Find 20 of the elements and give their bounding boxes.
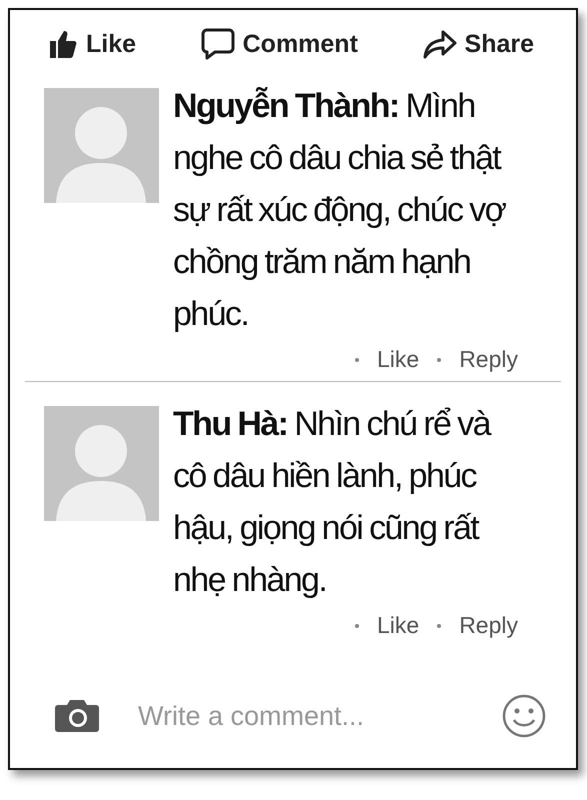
share-button[interactable]: Share [418, 24, 538, 64]
thumbs-up-icon [48, 29, 78, 59]
camera-icon[interactable] [54, 699, 100, 733]
like-button[interactable]: Like [44, 24, 140, 64]
avatar-icon [44, 406, 159, 521]
comment-action-link[interactable]: Like [376, 346, 420, 373]
comment-action-link[interactable]: Reply [459, 612, 518, 639]
comment-button[interactable]: Comment [196, 24, 362, 64]
separator-dot-icon [354, 358, 359, 362]
comment-action-link[interactable]: Reply [459, 346, 518, 373]
separator-dot-icon [437, 624, 442, 628]
comment-text: Nguyễn Thành: Mình nghe cô dâu chia sẻ thật sự rất xúc động, chúc vợ chồng trăm năm hạnh phúc. [173, 86, 507, 335]
separator-dot-icon [354, 624, 359, 628]
separator-dot-icon [437, 358, 442, 362]
smiley-icon[interactable] [502, 694, 546, 738]
comment-action-link[interactable]: Like [376, 612, 420, 639]
avatar-icon [44, 88, 159, 203]
speech-bubble-icon [200, 28, 235, 60]
share-arrow-icon [422, 29, 457, 59]
comment-text: Thu Hà: Nhìn chú rể và cô dâu hiền lành, phúc hậu, giọng nói cũng rất nhẹ nhàng. [173, 404, 492, 601]
